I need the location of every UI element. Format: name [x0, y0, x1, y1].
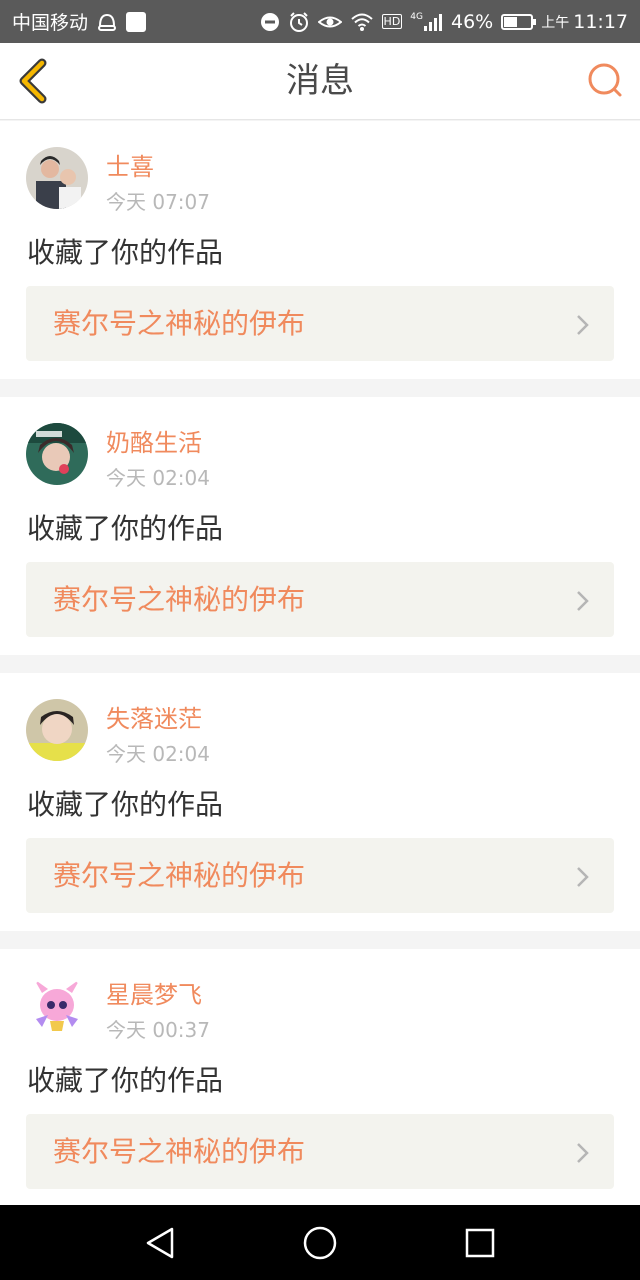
message-time: 今天 02:04 [106, 466, 210, 490]
message-list: 士喜 今天 07:07 收藏了你的作品 赛尔号之神秘的伊布 奶酪生活 今天 02… [0, 121, 640, 1225]
clock: 11:17 [573, 10, 628, 33]
battery-icon [501, 13, 537, 30]
user-name[interactable]: 失落迷茫 [106, 699, 202, 734]
message-card: 士喜 今天 07:07 收藏了你的作品 赛尔号之神秘的伊布 [0, 121, 640, 379]
notification-icon [126, 11, 147, 32]
avatar[interactable] [26, 975, 88, 1037]
carrier-label: 中国移动 [12, 12, 89, 34]
message-time: 今天 00:37 [106, 1018, 210, 1042]
work-title: 赛尔号之神秘的伊布 [53, 859, 306, 892]
message-time: 今天 07:07 [106, 190, 210, 214]
battery-level [504, 16, 518, 27]
hd-badge: HD [381, 14, 403, 29]
status-bar: 中国移动 HD 4G 46% 上午 11:17 [0, 0, 640, 43]
message-text: 收藏了你的作品 [27, 1064, 224, 1097]
work-title: 赛尔号之神秘的伊布 [53, 1135, 306, 1168]
message-time: 今天 02:04 [106, 742, 210, 766]
chevron-right-icon [577, 867, 589, 887]
eye-comfort-icon [317, 13, 342, 31]
square-recent-icon [465, 1228, 495, 1258]
work-link[interactable]: 赛尔号之神秘的伊布 [26, 562, 614, 637]
assistant-icon [96, 11, 118, 33]
page-title: 消息 [286, 61, 354, 101]
work-link[interactable]: 赛尔号之神秘的伊布 [26, 286, 614, 361]
avatar[interactable] [26, 699, 88, 761]
status-right: HD 4G 46% 上午 11:17 [260, 11, 628, 33]
ampm-label: 上午 [541, 14, 570, 31]
avatar[interactable] [26, 147, 88, 209]
user-name[interactable]: 奶酪生活 [106, 423, 202, 458]
top-header: 消息 [0, 43, 640, 120]
work-link[interactable]: 赛尔号之神秘的伊布 [26, 1114, 614, 1189]
avatar[interactable] [26, 423, 88, 485]
network-label: 4G [410, 11, 423, 22]
message-text: 收藏了你的作品 [27, 512, 224, 545]
alarm-icon [288, 11, 310, 33]
battery-percent: 46% [451, 10, 494, 33]
search-icon [588, 63, 622, 97]
chevron-right-icon [577, 1143, 589, 1163]
wifi-icon [350, 12, 374, 32]
nav-recent-button[interactable] [460, 1223, 500, 1263]
work-title: 赛尔号之神秘的伊布 [53, 307, 306, 340]
message-card: 奶酪生活 今天 02:04 收藏了你的作品 赛尔号之神秘的伊布 [0, 397, 640, 655]
chevron-right-icon [577, 591, 589, 611]
message-text: 收藏了你的作品 [27, 236, 224, 269]
nav-back-button[interactable] [140, 1223, 180, 1263]
chevron-right-icon [577, 315, 589, 335]
user-name[interactable]: 星晨梦飞 [106, 975, 202, 1010]
message-text: 收藏了你的作品 [27, 788, 224, 821]
nav-home-button[interactable] [300, 1223, 340, 1263]
work-title: 赛尔号之神秘的伊布 [53, 583, 306, 616]
message-card: 星晨梦飞 今天 00:37 收藏了你的作品 赛尔号之神秘的伊布 [0, 949, 640, 1207]
do-not-disturb-icon [260, 12, 280, 32]
signal-icon: 4G [410, 11, 443, 31]
work-link[interactable]: 赛尔号之神秘的伊布 [26, 838, 614, 913]
circle-home-icon [303, 1226, 337, 1260]
search-button[interactable] [586, 61, 626, 101]
message-card: 失落迷茫 今天 02:04 收藏了你的作品 赛尔号之神秘的伊布 [0, 673, 640, 931]
status-left: 中国移动 [12, 8, 147, 35]
triangle-back-icon [146, 1227, 174, 1259]
user-name[interactable]: 士喜 [106, 147, 154, 182]
system-nav-bar [0, 1205, 640, 1280]
